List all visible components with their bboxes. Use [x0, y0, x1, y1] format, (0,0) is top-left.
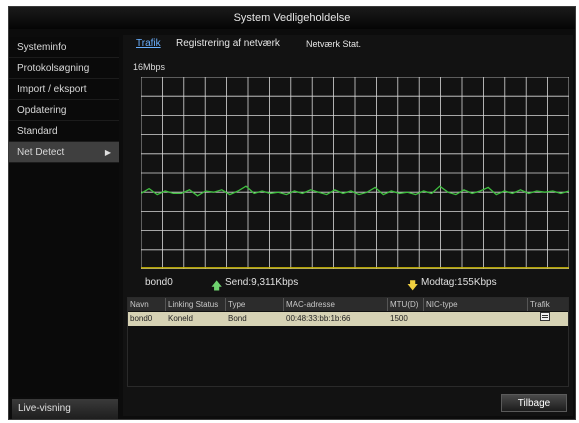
nic-table: Navn Linking Status Type MAC-adresse MTU…	[127, 297, 569, 387]
tab-network-detection[interactable]: Registrering af netværk	[173, 37, 283, 51]
window-title: System Vedligeholdelse	[9, 7, 575, 29]
table-header: Navn Linking Status Type MAC-adresse MTU…	[128, 298, 568, 311]
tab-network-stat[interactable]: Netværk Stat.	[303, 37, 364, 51]
sidebar-item-systeminfo[interactable]: Systeminfo	[9, 37, 119, 58]
tab-traffic[interactable]: Trafik	[133, 37, 164, 51]
sidebar-item-log-search[interactable]: Protokolsøgning	[9, 58, 119, 79]
column-header: Navn	[128, 298, 166, 311]
traffic-graph	[141, 77, 569, 269]
system-maintenance-window: System Vedligeholdelse Systeminfo Protok…	[8, 6, 576, 420]
sidebar: Systeminfo Protokolsøgning Import / eksp…	[9, 37, 119, 397]
sidebar-item-default[interactable]: Standard	[9, 121, 119, 142]
column-header: NIC-type	[424, 298, 528, 311]
column-header: Linking Status	[166, 298, 226, 311]
traffic-detail-icon[interactable]	[540, 312, 550, 321]
graph-grid	[141, 77, 569, 269]
sidebar-item-label: Systeminfo	[17, 42, 67, 53]
sidebar-item-import-export[interactable]: Import / eksport	[9, 79, 119, 100]
cell-mac: 00:48:33:bb:1b:66	[286, 314, 351, 323]
sidebar-item-label: Protokolsøgning	[17, 63, 90, 74]
column-header: MTU(D)	[388, 298, 424, 311]
tab-bar: Trafik Registrering af netværk Netværk S…	[123, 35, 573, 53]
table-row[interactable]: bond0 Koneld Bond 00:48:33:bb:1b:66 1500	[128, 312, 568, 326]
receive-arrow-icon: 🡇	[407, 280, 419, 292]
graph-scale-label: 16Mbps	[133, 62, 166, 72]
live-view-button[interactable]: Live-visning	[12, 399, 118, 419]
column-header: Trafik	[530, 300, 550, 309]
cell-mtu: 1500	[390, 314, 408, 323]
sidebar-item-label: Standard	[17, 126, 58, 137]
sidebar-item-upgrade[interactable]: Opdatering	[9, 100, 119, 121]
sidebar-item-net-detect[interactable]: Net Detect ▶	[9, 142, 119, 163]
send-arrow-icon: 🡅	[211, 280, 223, 292]
back-button[interactable]: Tilbage	[501, 394, 567, 412]
column-header: MAC-adresse	[284, 298, 388, 311]
column-header: Type	[226, 298, 284, 311]
traffic-stats: bond0 🡅 Send:9,311Kbps 🡇 Modtag:155Kbps	[123, 277, 573, 293]
sidebar-item-label: Net Detect	[17, 147, 65, 158]
main-panel: Trafik Registrering af netværk Netværk S…	[123, 35, 573, 416]
send-rate: Send:9,311Kbps	[225, 277, 299, 288]
chevron-right-icon: ▶	[104, 148, 111, 157]
sidebar-item-label: Opdatering	[17, 105, 67, 116]
receive-rate: Modtag:155Kbps	[421, 277, 497, 288]
cell-name: bond0	[130, 314, 153, 323]
cell-type: Bond	[228, 314, 247, 323]
cell-status: Koneld	[168, 314, 193, 323]
sidebar-item-label: Import / eksport	[17, 84, 87, 95]
interface-name: bond0	[145, 277, 173, 288]
